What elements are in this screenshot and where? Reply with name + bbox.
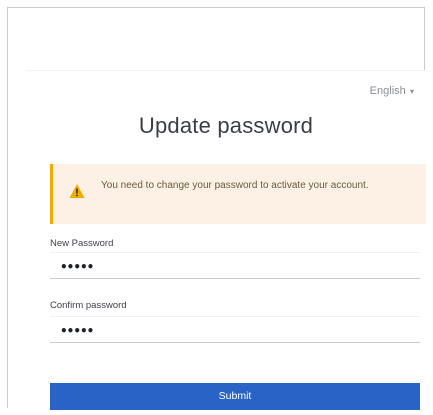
submit-button[interactable]: Submit [50, 383, 420, 410]
alert-message: You need to change your password to acti… [101, 180, 369, 191]
confirm-password-field[interactable]: ••••• [50, 316, 420, 343]
new-password-field[interactable]: ••••• [50, 252, 420, 279]
confirm-password-value: ••••• [60, 324, 94, 338]
chevron-down-icon: ▾ [407, 87, 414, 96]
page-title: Update password [138, 113, 314, 138]
language-selector[interactable]: English ▾ [370, 85, 414, 97]
new-password-label: New Password [50, 238, 114, 249]
browser-frame: English ▾ Update password You need to ch… [7, 7, 426, 410]
language-label: English [369, 85, 406, 97]
login-card: English ▾ Update password You need to ch… [26, 70, 426, 410]
warning-alert: You need to change your password to acti… [50, 164, 426, 224]
new-password-value: ••••• [60, 260, 94, 274]
warning-icon [69, 184, 85, 198]
confirm-password-label: Confirm password [50, 300, 127, 311]
